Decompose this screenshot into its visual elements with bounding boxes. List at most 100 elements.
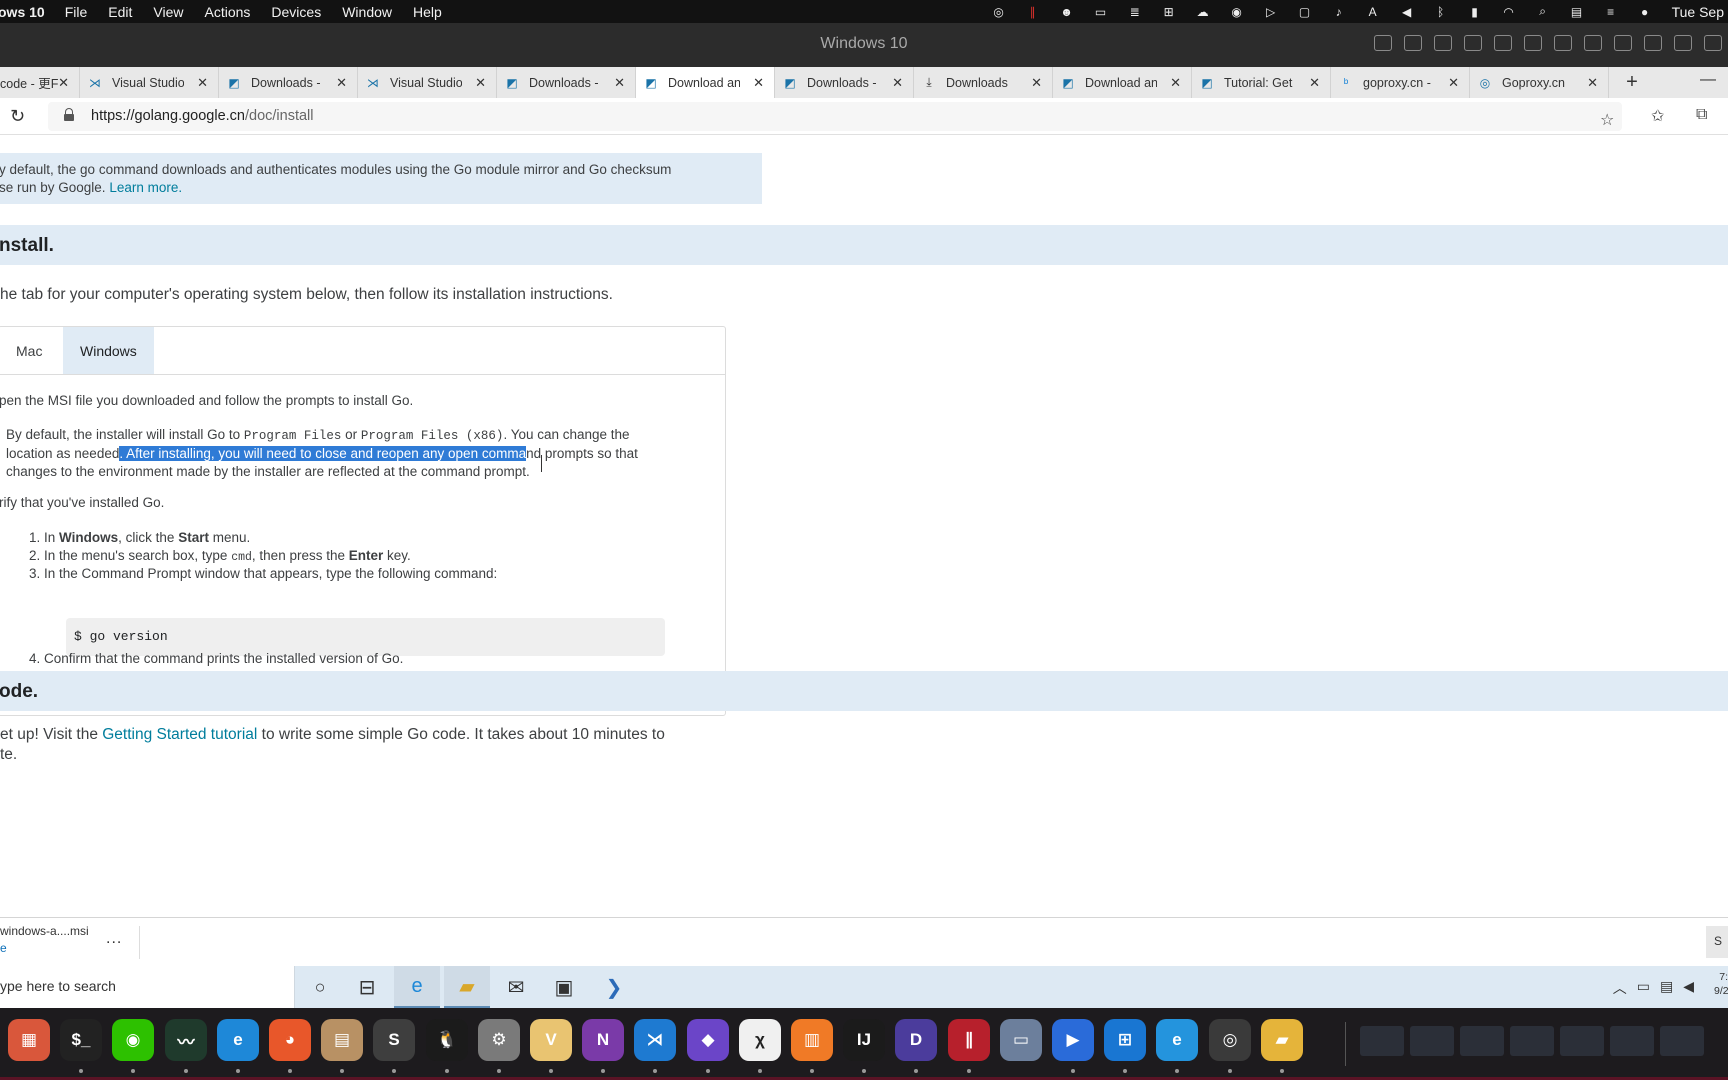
qq-dock-icon[interactable]: 🐧 [426, 1019, 468, 1061]
keyboard-tool-icon[interactable] [1374, 35, 1392, 51]
app-menu[interactable]: ows 10 [0, 4, 45, 20]
siri-icon[interactable]: ● [1636, 5, 1654, 19]
close-tab-icon[interactable]: ✕ [1031, 75, 1042, 91]
control-center-icon[interactable]: ≡ [1602, 5, 1620, 19]
play-status-icon[interactable]: ▷ [1262, 5, 1280, 19]
close-tab-icon[interactable]: ✕ [1309, 75, 1320, 91]
task-view-icon[interactable]: ⊟ [344, 966, 390, 1008]
download-open-link[interactable]: e [0, 941, 7, 955]
minimized-window-thumbnail[interactable] [1460, 1026, 1504, 1056]
browser-tab[interactable]: ◩ Downloads - ✕ [219, 67, 358, 98]
volume-tray-icon[interactable]: ◀ [1683, 978, 1694, 998]
status-app-icon[interactable]: ◎ [990, 5, 1008, 19]
archive-utility-dock-icon[interactable]: ▤ [321, 1019, 363, 1061]
add-favorite-icon[interactable]: ☆ [1600, 110, 1614, 130]
obs-dock-icon[interactable]: ◎ [1209, 1019, 1251, 1061]
battery-tray-icon[interactable]: ▭ [1637, 978, 1650, 998]
collections-icon[interactable]: ⧉ [1696, 106, 1707, 124]
intellij-dock-icon[interactable]: IJ [843, 1019, 885, 1061]
camera-tool-icon[interactable] [1614, 35, 1632, 51]
taskbar-clock[interactable]: 7: 9/2 [1714, 970, 1728, 998]
volume-icon[interactable]: ◀ [1398, 5, 1416, 19]
vscode-dock-icon[interactable]: ⋊ [634, 1019, 676, 1061]
sublime-text-dock-icon[interactable]: S [373, 1019, 415, 1061]
sound-tool-icon[interactable] [1524, 35, 1542, 51]
menu-devices[interactable]: Devices [271, 4, 321, 20]
download-filename[interactable]: windows-a....msi [0, 924, 89, 938]
tab-mac[interactable]: Mac [0, 327, 63, 374]
menu-help[interactable]: Help [413, 4, 442, 20]
onenote-dock-icon[interactable]: N [582, 1019, 624, 1061]
file-explorer-dock-icon[interactable]: ▰ [1261, 1019, 1303, 1061]
firefox-dock-icon[interactable]: ◕ [269, 1019, 311, 1061]
window-status-icon[interactable]: ▢ [1296, 5, 1314, 19]
browser-tab[interactable]: ᵇ goproxy.cn - ✕ [1331, 67, 1470, 98]
file-explorer-taskbar-icon[interactable]: ▰ [444, 966, 490, 1008]
settings-tool-icon[interactable] [1704, 35, 1722, 51]
cpu-tool-icon[interactable] [1404, 35, 1422, 51]
keyboard-icon[interactable]: ▤ [1568, 5, 1586, 19]
browser-tab[interactable]: ◩ Download an ✕ [1053, 67, 1192, 98]
taskbar-search-box[interactable]: ype here to search [0, 966, 295, 1008]
edge-taskbar-icon[interactable]: e [394, 966, 440, 1008]
close-tab-icon[interactable]: ✕ [197, 75, 208, 91]
folder-tool-icon[interactable] [1644, 35, 1662, 51]
input-method-icon[interactable]: A [1364, 5, 1382, 19]
minimize-icon[interactable]: — [1700, 71, 1716, 89]
windows-dock-icon[interactable]: ⊞ [1104, 1019, 1146, 1061]
mail-taskbar-icon[interactable]: ✉ [493, 966, 539, 1008]
face-status-icon[interactable]: ☻ [1058, 5, 1076, 19]
minimized-window-thumbnail[interactable] [1410, 1026, 1454, 1056]
stack-status-icon[interactable]: ≣ [1126, 5, 1144, 19]
menu-actions[interactable]: Actions [204, 4, 250, 20]
browser-tab[interactable]: ⋊ Visual Studio ✕ [80, 67, 219, 98]
vm-screenshot-dock-icon[interactable]: ▭ [1000, 1019, 1042, 1061]
wd-status-icon[interactable]: ▭ [1092, 5, 1110, 19]
terminal-taskbar-icon[interactable]: ▣ [541, 966, 587, 1008]
books-dock-icon[interactable]: ▥ [791, 1019, 833, 1061]
close-tab-icon[interactable]: ✕ [1170, 75, 1181, 91]
browser-tab[interactable]: ⋊ Visual Studio ✕ [358, 67, 497, 98]
math-editor-dock-icon[interactable]: χ [739, 1019, 781, 1061]
close-tab-icon[interactable]: ✕ [753, 75, 764, 91]
bluetooth-icon[interactable]: ᛒ [1432, 5, 1450, 19]
browser-tab-active[interactable]: ◩ Download an ✕ [636, 67, 775, 98]
wechat-status-icon[interactable]: ◉ [1228, 5, 1246, 19]
cloud-status-icon[interactable]: ☁ [1194, 5, 1212, 19]
getting-started-link[interactable]: Getting Started tutorial [102, 726, 257, 743]
printer-tool-icon[interactable] [1584, 35, 1602, 51]
menu-edit[interactable]: Edit [108, 4, 132, 20]
lock-icon[interactable] [64, 108, 74, 121]
grid-status-icon[interactable]: ⊞ [1160, 5, 1178, 19]
powershell-taskbar-icon[interactable]: ❯ [591, 966, 637, 1008]
edge-vm-dock-icon[interactable]: e [1156, 1019, 1198, 1061]
cortana-icon[interactable]: ○ [297, 966, 343, 1008]
parallels-status-icon[interactable]: ∥ [1024, 5, 1042, 19]
launchpad-dock-icon[interactable]: ▦ [8, 1019, 50, 1061]
learn-more-link[interactable]: Learn more. [109, 180, 182, 195]
battery-icon[interactable]: ▮ [1466, 5, 1484, 19]
browser-tab[interactable]: code - 更F ✕ [0, 67, 80, 98]
favorites-icon[interactable]: ✩ [1651, 106, 1664, 126]
close-tab-icon[interactable]: ✕ [336, 75, 347, 91]
minimized-window-thumbnail[interactable] [1360, 1026, 1404, 1056]
browser-tab[interactable]: ◎ Goproxy.cn ✕ [1470, 67, 1609, 98]
parallels-dock-icon[interactable]: ∥ [948, 1019, 990, 1061]
spotlight-search-icon[interactable]: ⌕ [1534, 4, 1552, 19]
close-tab-icon[interactable]: ✕ [614, 75, 625, 91]
obsidian-dock-icon[interactable]: ◆ [687, 1019, 729, 1061]
menu-view[interactable]: View [153, 4, 183, 20]
wifi-icon[interactable]: ◠ [1500, 5, 1518, 19]
vpn-dock-icon[interactable]: V [530, 1019, 572, 1061]
disc-tool-icon[interactable] [1464, 35, 1482, 51]
mic-tool-icon[interactable] [1554, 35, 1572, 51]
bell-status-icon[interactable]: ♪ [1330, 5, 1348, 19]
network-tool-icon[interactable] [1494, 35, 1512, 51]
minimized-window-thumbnail[interactable] [1560, 1026, 1604, 1056]
url-field[interactable]: https://golang.google.cn/doc/install ☆ [48, 102, 1622, 131]
player-dock-icon[interactable]: ▶ [1052, 1019, 1094, 1061]
wechat-dock-icon[interactable]: ◉ [112, 1019, 154, 1061]
close-tab-icon[interactable]: ✕ [1587, 75, 1598, 91]
close-tab-icon[interactable]: ✕ [892, 75, 903, 91]
new-tab-button[interactable]: + [1617, 67, 1647, 98]
